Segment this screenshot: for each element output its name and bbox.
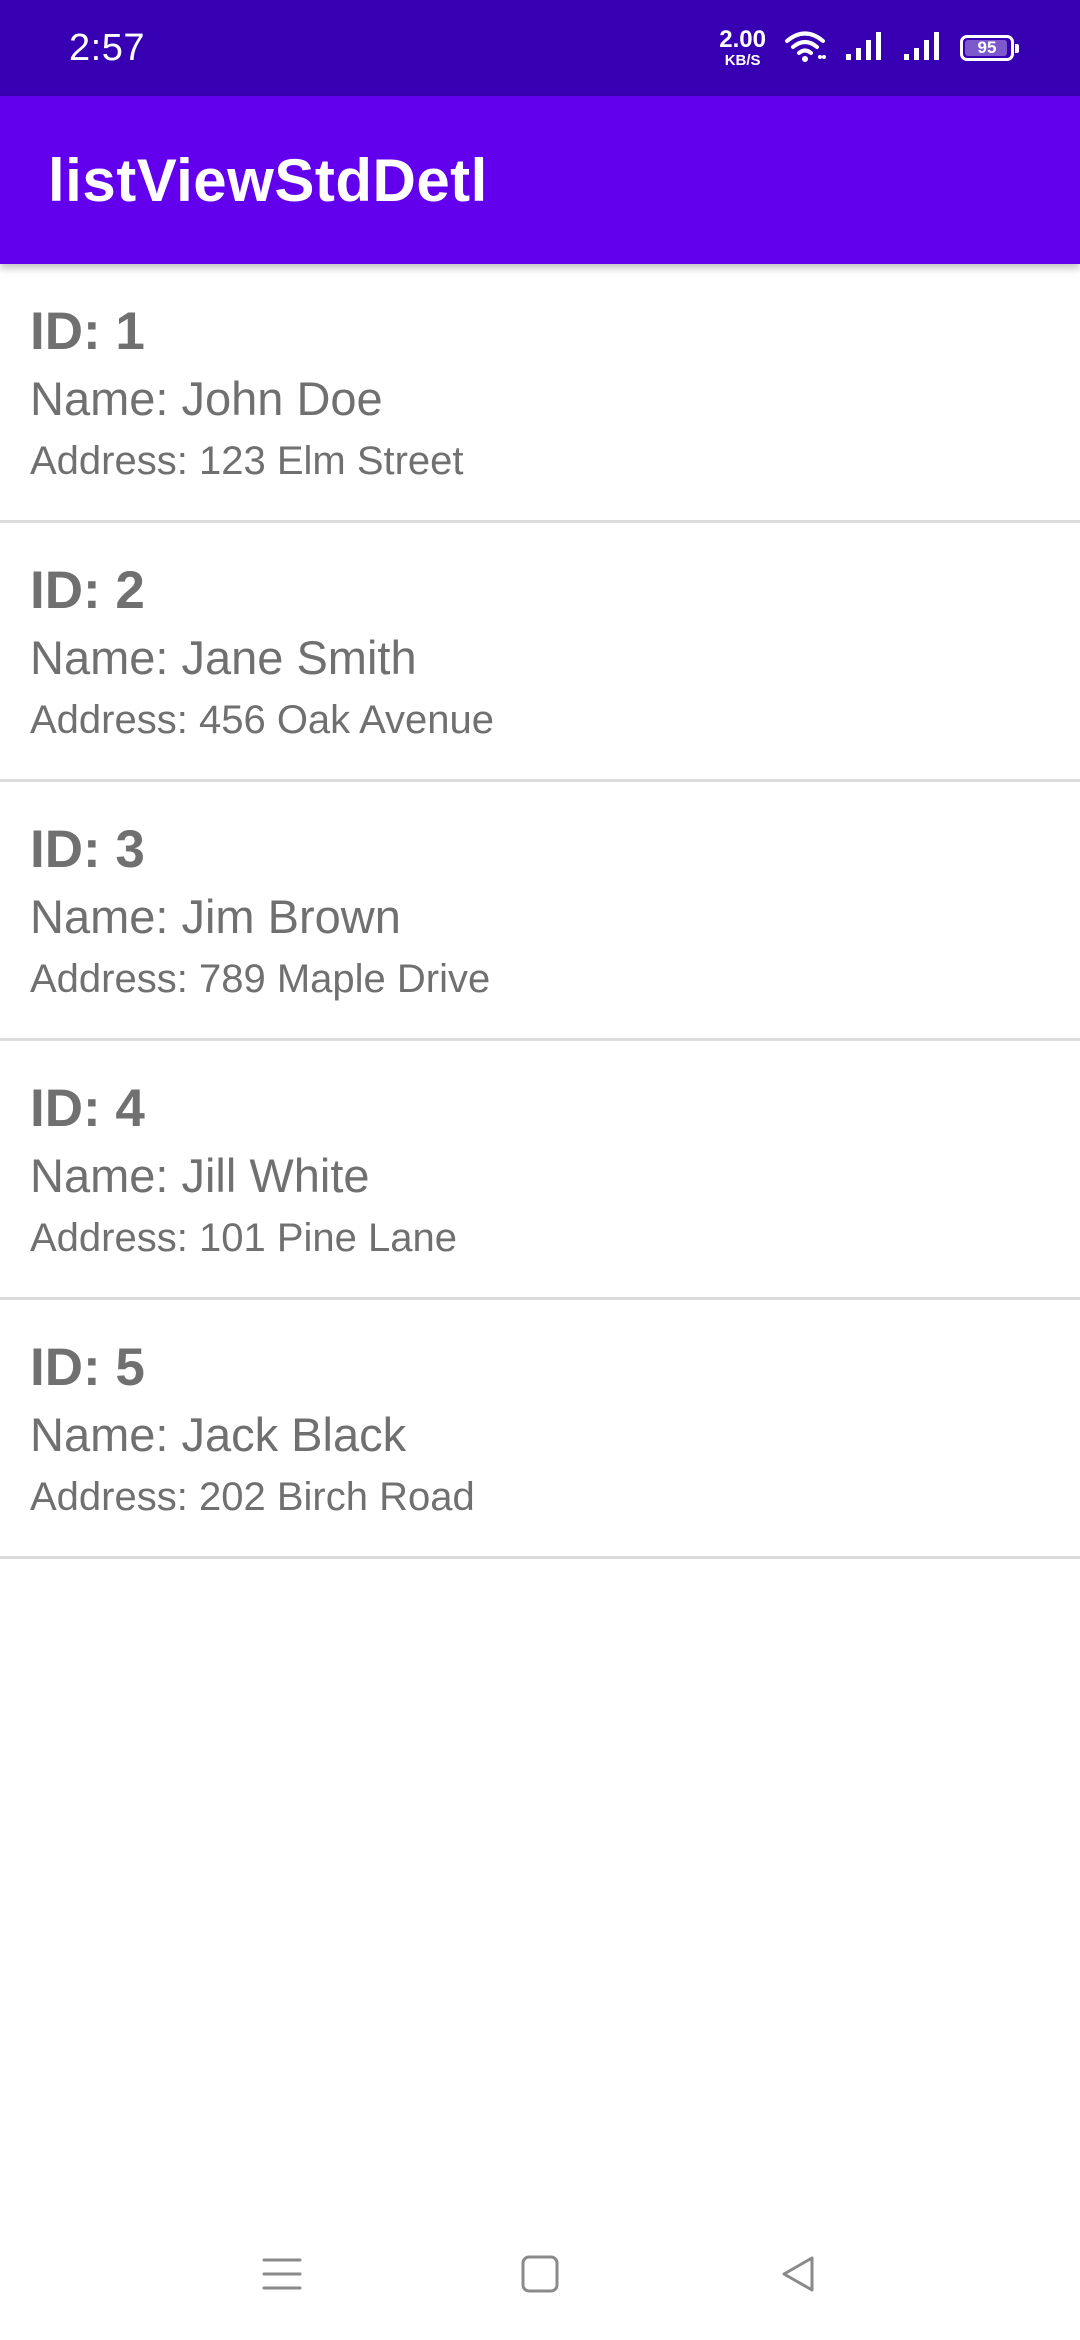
student-address: Address: 789 Maple Drive xyxy=(30,957,491,1001)
wifi-icon xyxy=(784,29,826,68)
student-address: Address: 456 Oak Avenue xyxy=(30,698,495,742)
student-list[interactable]: ID: 1 Name: John Doe Address: 123 Elm St… xyxy=(0,264,1080,1559)
student-name: Name: Jim Brown xyxy=(30,890,401,943)
student-name: Name: Jane Smith xyxy=(30,631,417,684)
student-id: ID: 1 xyxy=(30,302,145,361)
battery-level: 95 xyxy=(977,38,997,57)
screen: 2:57 2.00 KB/S 95 listViewStdDetl ID: 1 … xyxy=(0,0,1080,2340)
battery-icon: 95 xyxy=(960,35,1019,61)
student-address: Address: 123 Elm Street xyxy=(30,439,464,483)
status-icons: 2.00 KB/S 95 xyxy=(719,26,1019,70)
network-speed-unit: KB/S xyxy=(724,52,761,69)
list-item[interactable]: ID: 1 Name: John Doe Address: 123 Elm St… xyxy=(0,264,1080,523)
signal-icon xyxy=(902,30,942,67)
list-item[interactable]: ID: 5 Name: Jack Black Address: 202 Birc… xyxy=(0,1300,1080,1559)
student-id: ID: 5 xyxy=(30,1338,145,1397)
app-title: listViewStdDetl xyxy=(48,147,488,214)
student-id: ID: 4 xyxy=(30,1079,145,1138)
list-item[interactable]: ID: 3 Name: Jim Brown Address: 789 Maple… xyxy=(0,782,1080,1041)
status-bar: 2:57 2.00 KB/S 95 xyxy=(0,0,1080,96)
status-time: 2:57 xyxy=(69,27,145,69)
list-item[interactable]: ID: 4 Name: Jill White Address: 101 Pine… xyxy=(0,1041,1080,1300)
student-name: Name: Jill White xyxy=(30,1149,370,1202)
list-item[interactable]: ID: 2 Name: Jane Smith Address: 456 Oak … xyxy=(0,523,1080,782)
signal-icon xyxy=(844,30,884,67)
student-address: Address: 101 Pine Lane xyxy=(30,1216,457,1260)
student-name: Name: John Doe xyxy=(30,372,383,425)
home-icon[interactable] xyxy=(504,2238,576,2310)
menu-icon[interactable] xyxy=(246,2238,318,2310)
network-speed: 2.00 KB/S xyxy=(719,26,766,69)
student-id: ID: 3 xyxy=(30,820,145,879)
student-id: ID: 2 xyxy=(30,561,145,620)
back-icon[interactable] xyxy=(762,2238,834,2310)
student-name: Name: Jack Black xyxy=(30,1408,407,1461)
app-bar: listViewStdDetl xyxy=(0,96,1080,264)
student-address: Address: 202 Birch Road xyxy=(30,1475,475,1519)
navigation-bar xyxy=(0,2208,1080,2340)
network-speed-value: 2.00 xyxy=(719,26,766,53)
